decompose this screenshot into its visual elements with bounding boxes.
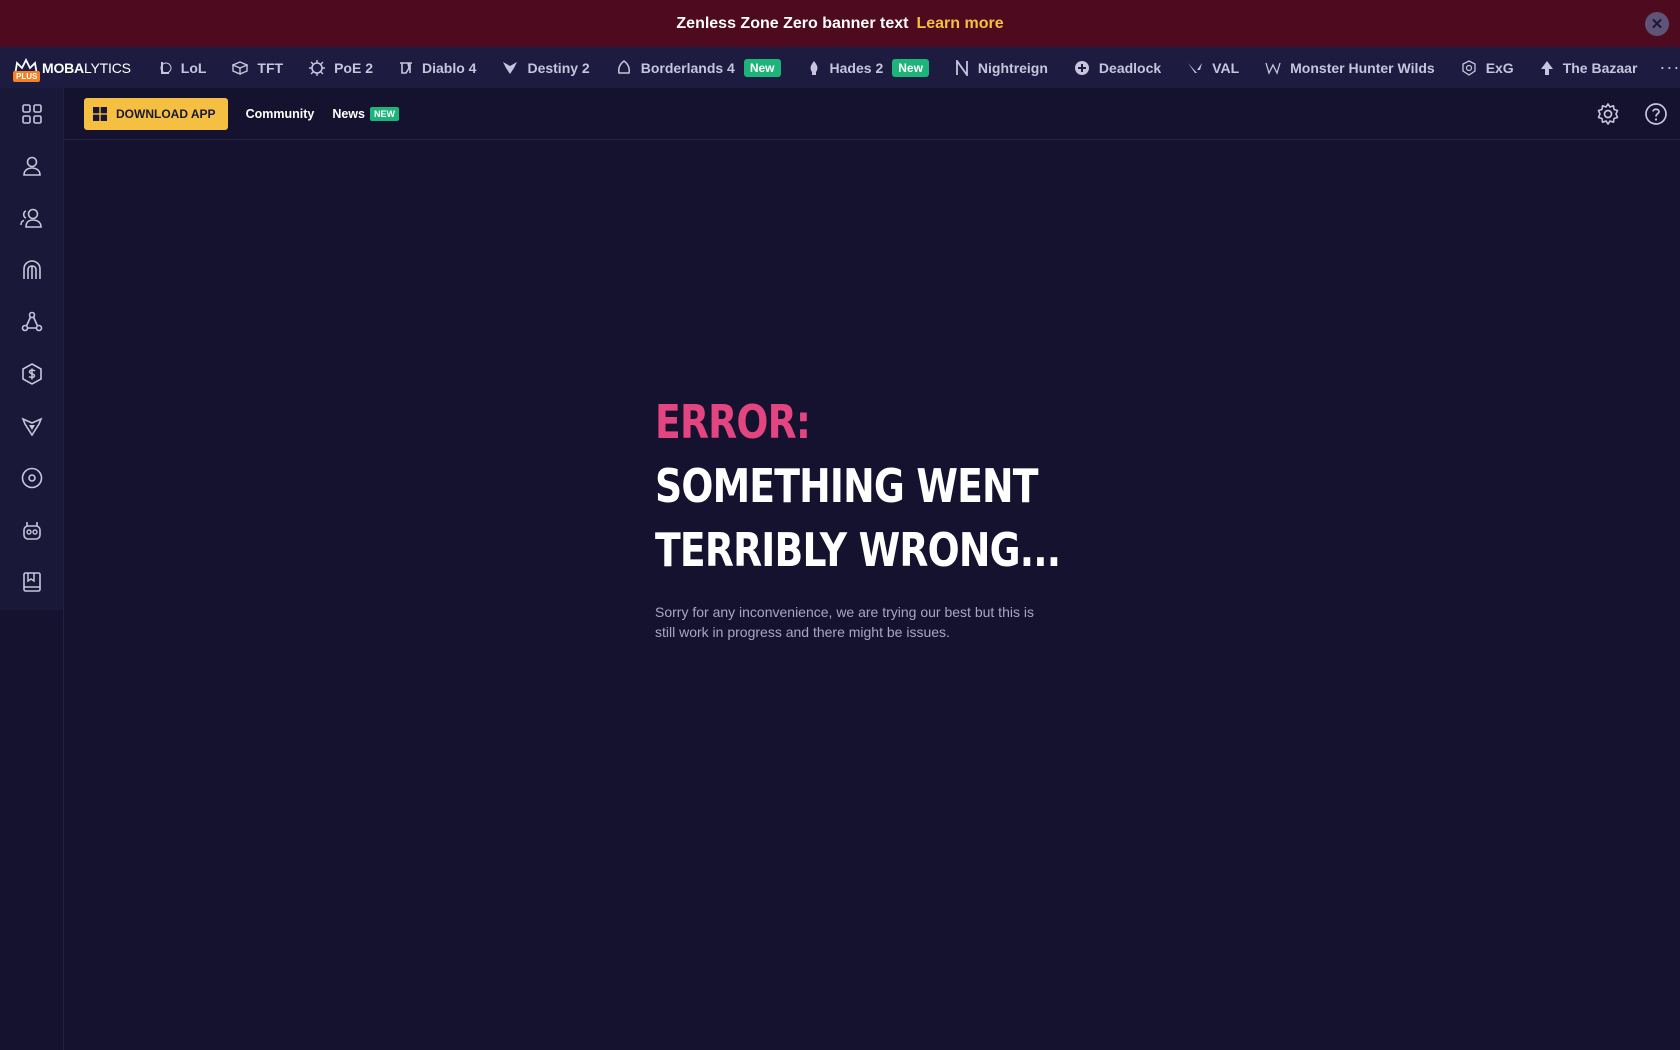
error-label: ERROR: (655, 395, 811, 449)
borderlands4-icon (617, 59, 630, 74)
game-poe2[interactable]: PoE 2 (296, 47, 386, 88)
learn-more-link[interactable]: Learn more (916, 15, 1003, 33)
new-badge: New (743, 58, 781, 77)
more-dots-icon[interactable]: ··· (1650, 57, 1680, 78)
mhw-icon (1265, 62, 1281, 75)
error-description: Sorry for any inconvenience, we are tryi… (655, 604, 1034, 640)
game-deadlock[interactable]: Deadlock (1061, 47, 1174, 88)
error-panel: ERROR: SOMETHING WENT TERRIBLY WRONG... … (655, 390, 1075, 642)
lol-icon (160, 61, 172, 74)
game-diablo4[interactable]: Diablo 4 (386, 47, 489, 88)
game-nightreign[interactable]: Nightreign (942, 47, 1061, 88)
destiny2-icon (503, 61, 518, 74)
left-sidebar (0, 88, 64, 1050)
crest-icon[interactable] (0, 400, 63, 452)
robot-icon[interactable] (0, 504, 63, 556)
help-icon[interactable] (1632, 88, 1680, 140)
game-tft[interactable]: TFT (219, 47, 296, 88)
book-icon[interactable] (0, 556, 63, 608)
sidebar-nav (0, 88, 63, 610)
close-icon[interactable]: ✕ (1645, 12, 1669, 36)
profile-icon[interactable] (0, 140, 63, 192)
promo-banner: Zenless Zone Zero banner text Learn more… (0, 0, 1680, 47)
game-nav: MOBALYTICS PLUS LoL TFT PoE 2 Diablo 4 D… (0, 47, 1680, 88)
bazaar-icon (1540, 60, 1553, 75)
users-icon[interactable] (0, 192, 63, 244)
disc-icon[interactable] (0, 452, 63, 504)
news-link[interactable]: News NEW (332, 106, 399, 121)
game-lol[interactable]: LoL (145, 47, 220, 88)
valorant-icon (1188, 62, 1203, 73)
download-app-button[interactable]: DOWNLOAD APP (84, 97, 228, 130)
gear-icon[interactable] (1584, 88, 1632, 140)
topbar-actions (1584, 88, 1680, 140)
error-heading-line1: SOMETHING WENT (655, 459, 1039, 513)
mobalytics-logo[interactable]: MOBALYTICS PLUS (13, 47, 131, 88)
game-val[interactable]: VAL (1174, 47, 1252, 88)
top-bar: DOWNLOAD APP Community News NEW (64, 88, 1680, 140)
champion-icon[interactable] (0, 244, 63, 296)
game-bazaar[interactable]: The Bazaar (1527, 47, 1651, 88)
new-badge: New (892, 58, 929, 77)
banner-text: Zenless Zone Zero banner text (676, 14, 909, 32)
game-destiny2[interactable]: Destiny 2 (489, 47, 602, 88)
grid-icon[interactable] (0, 88, 63, 140)
hades2-icon (810, 60, 818, 75)
network-icon[interactable] (0, 296, 63, 348)
game-hades2[interactable]: Hades 2 New (794, 47, 942, 88)
game-borderlands4[interactable]: Borderlands 4 New (603, 47, 794, 88)
plus-badge: PLUS (13, 71, 41, 82)
deadlock-icon (1074, 60, 1089, 75)
nightreign-icon (956, 59, 968, 76)
game-exg[interactable]: ExG (1448, 47, 1527, 88)
windows-icon (93, 106, 107, 121)
community-link[interactable]: Community (246, 107, 315, 121)
logo-text: MOBALYTICS (42, 59, 131, 76)
diablo4-icon (399, 61, 412, 74)
exg-icon (1462, 59, 1476, 76)
game-mhw[interactable]: Monster Hunter Wilds (1252, 47, 1448, 88)
poe2-icon (309, 59, 326, 76)
new-badge: NEW (369, 106, 399, 121)
error-heading-line2: TERRIBLY WRONG... (655, 523, 1061, 577)
tft-icon (232, 60, 249, 75)
shield-dollar-icon[interactable] (0, 348, 63, 400)
